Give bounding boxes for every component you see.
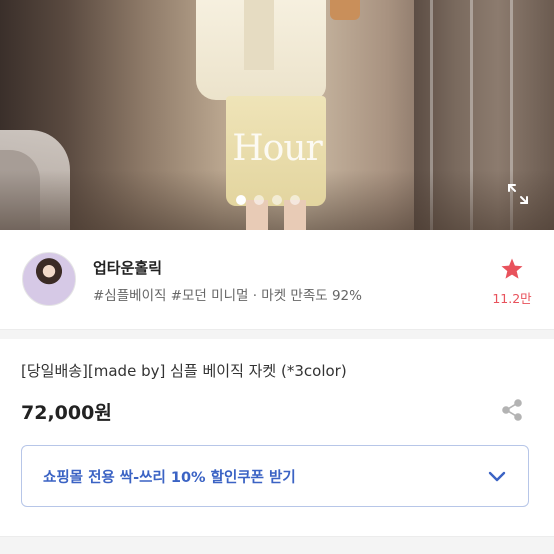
star-icon[interactable]: [500, 257, 524, 281]
product-image-carousel[interactable]: Hour: [0, 0, 554, 230]
section-divider: [0, 329, 554, 339]
carousel-dot[interactable]: [290, 195, 300, 205]
store-info[interactable]: [0, 230, 554, 330]
carousel-dot-active[interactable]: [236, 195, 246, 205]
store-tags: #심플베이직 #모던 미니멀 · 마켓 만족도 92%: [93, 288, 362, 304]
expand-icon[interactable]: [507, 183, 529, 205]
avatar[interactable]: [22, 252, 76, 306]
section-divider-bottom: [0, 536, 554, 554]
coupon-label: 쇼핑몰 전용 싹-쓰리 10% 할인쿠폰 받기: [43, 470, 296, 486]
carousel-indicator: [236, 195, 300, 205]
coupon-button[interactable]: 쇼핑몰 전용 싹-쓰리 10% 할인쿠폰 받기: [21, 445, 529, 507]
chevron-down-icon: [488, 471, 506, 482]
model-bag: [330, 0, 360, 20]
product-title: [당일배송][made by] 심플 베이직 자켓 (*3color): [21, 362, 347, 380]
favorite-count: 11.2만: [492, 291, 532, 306]
store-name[interactable]: 업타운홀릭: [93, 257, 162, 278]
product-page: Hour 업타운홀릭 #심플베이직 #모던 미니멀 · 마켓 만족도 92% 1…: [0, 0, 554, 554]
model-jacket-inner: [244, 0, 274, 70]
product-price: 72,000원: [21, 402, 112, 424]
image-watermark: Hour: [232, 128, 322, 169]
carousel-dot[interactable]: [272, 195, 282, 205]
share-icon[interactable]: [500, 398, 524, 422]
carousel-dot[interactable]: [254, 195, 264, 205]
